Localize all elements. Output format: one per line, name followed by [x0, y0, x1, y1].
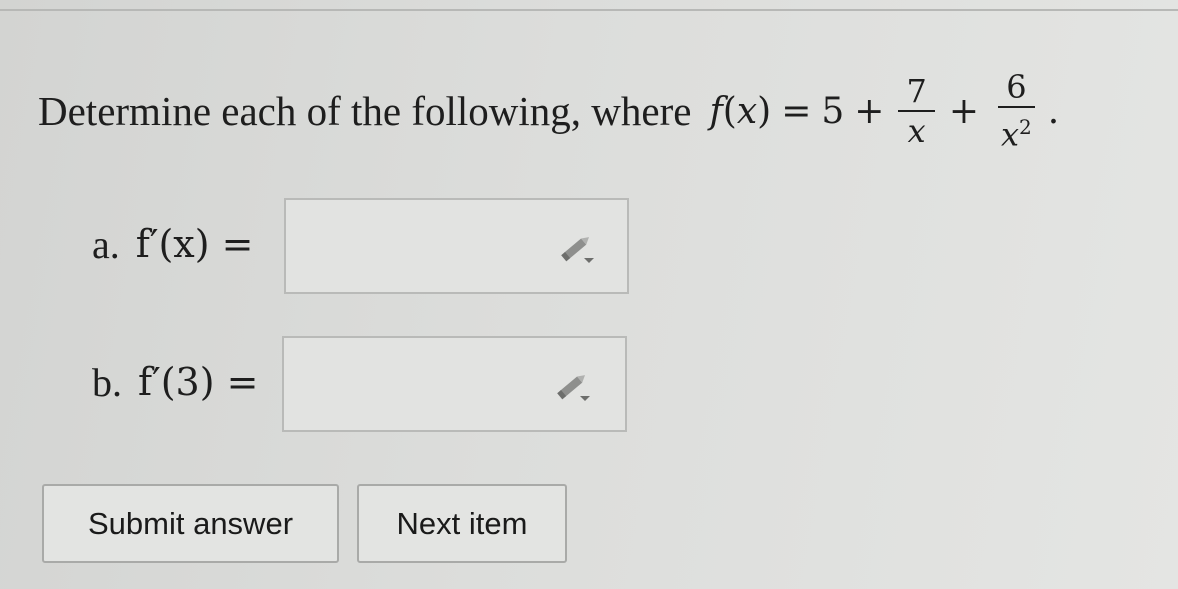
fraction-2-numerator: 6	[998, 68, 1035, 109]
fraction-1-denominator: x	[907, 112, 926, 150]
part-a-expression: f′(x) =	[135, 222, 254, 266]
constant-term: 5	[821, 90, 845, 132]
fraction-2-denominator: x2	[993, 108, 1040, 154]
part-a-letter: a.	[92, 221, 120, 267]
function-definition: f ( x ) = 5 + 7 x + 6 x2 .	[709, 68, 1059, 154]
part-a-row: a. f′(x) =	[92, 218, 253, 270]
top-divider	[0, 9, 1178, 11]
plus-sign: +	[854, 90, 885, 132]
equals-sign: =	[781, 90, 812, 132]
prompt-text: Determine each of the following, where	[38, 88, 692, 134]
paren-close: )	[757, 90, 772, 132]
fraction-1-numerator: 7	[898, 72, 935, 112]
answer-input-a[interactable]	[284, 198, 629, 294]
part-b-row: b. f′(3) =	[92, 356, 258, 408]
plus-sign: +	[948, 90, 979, 132]
fraction-term-1: 7 x	[898, 72, 935, 150]
part-b-label: b. f′(3) =	[92, 359, 258, 406]
fraction-2-variable: x	[1000, 115, 1020, 154]
part-b-expression: f′(3) =	[138, 360, 259, 404]
fraction-term-2: 6 x2	[993, 68, 1040, 154]
part-a-label: a. f′(x) =	[92, 221, 253, 268]
terminator: .	[1047, 90, 1060, 132]
paren-open: (	[722, 90, 737, 132]
submit-answer-button[interactable]: Submit answer	[42, 484, 339, 563]
function-variable: x	[736, 90, 758, 132]
pencil-icon[interactable]	[554, 368, 594, 404]
next-item-button[interactable]: Next item	[357, 484, 567, 563]
fraction-2-exponent: 2	[1019, 115, 1032, 140]
function-name: f	[709, 90, 723, 132]
part-b-letter: b.	[92, 359, 122, 405]
question-prompt: Determine each of the following, where f…	[38, 66, 1059, 156]
answer-input-b[interactable]	[282, 336, 627, 432]
pencil-icon[interactable]	[558, 230, 598, 266]
